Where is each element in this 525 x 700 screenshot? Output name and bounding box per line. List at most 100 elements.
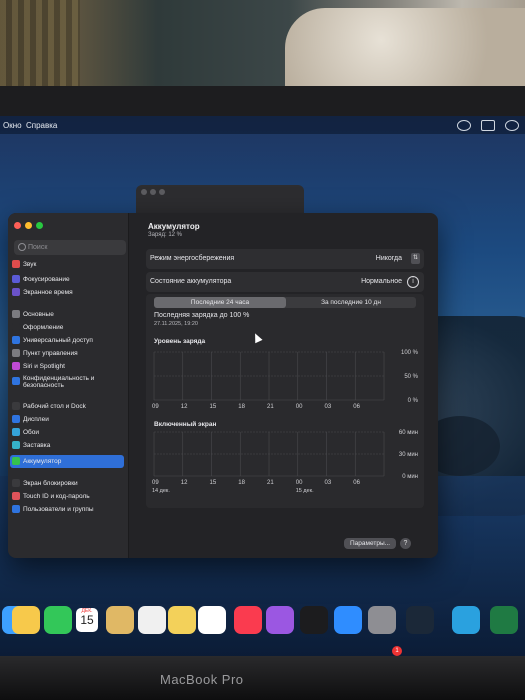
battery-health-value: Нормальное xyxy=(361,278,402,285)
menu-window[interactable]: Окно xyxy=(3,121,22,130)
battery-health-label: Состояние аккумулятора xyxy=(150,278,232,285)
y-tick-label: 60 мин xyxy=(399,430,418,436)
x-tick-label: 06 xyxy=(353,480,360,486)
sidebar-item[interactable]: Фокусирование xyxy=(10,273,124,286)
info-icon[interactable]: i xyxy=(407,276,419,288)
sidebar-item-icon xyxy=(12,323,20,331)
sidebar-item-icon xyxy=(12,402,20,410)
sidebar-item-label: Оформление xyxy=(23,324,64,331)
x-tick-label: 00 xyxy=(296,404,303,410)
power-mode-label: Режим энергосбережения xyxy=(150,255,235,262)
background-room xyxy=(0,0,525,90)
search-input[interactable]: Поиск xyxy=(14,240,126,255)
x-tick-label: 09 xyxy=(152,480,159,486)
sidebar-item-icon xyxy=(12,349,20,357)
system-settings-icon[interactable] xyxy=(368,606,396,634)
screen-on-chart: 60 мин 30 мин 0 мин 09 12 15 18 21 00 03 06 14 дек.… xyxy=(152,430,418,494)
zoom-button[interactable] xyxy=(36,222,43,229)
sidebar-item-label: Фокусирование xyxy=(23,276,70,283)
sidebar-item[interactable]: Siri и Spotlight xyxy=(10,360,124,373)
sidebar-item-label: Экран блокировки xyxy=(23,480,78,487)
sidebar-item-icon xyxy=(12,362,20,370)
battery-icon[interactable] xyxy=(481,120,495,131)
window-controls xyxy=(14,222,43,229)
sidebar-item[interactable]: Дисплеи xyxy=(10,413,124,426)
x-tick-label: 12 xyxy=(181,480,188,486)
sidebar-item[interactable]: Пункт управления xyxy=(10,347,124,360)
steam-icon[interactable] xyxy=(406,606,434,634)
sidebar-item[interactable]: Обои xyxy=(10,426,124,439)
sidebar-item[interactable]: Пользователи и группы xyxy=(10,503,124,516)
usage-panel: Последние 24 часа За последние 10 дн Пос… xyxy=(146,294,424,508)
calendar-dock-icon[interactable]: ДЕК. 15 xyxy=(76,608,98,632)
blanket xyxy=(285,8,525,88)
facetime-icon[interactable] xyxy=(44,606,72,634)
y-tick-label: 0 % xyxy=(408,398,419,404)
sidebar-item-label: Обои xyxy=(23,429,40,436)
excel-icon[interactable] xyxy=(490,606,518,634)
popup-stepper-icon[interactable]: ⇅ xyxy=(411,253,420,264)
power-mode-value[interactable]: Никогда xyxy=(376,255,402,262)
music-icon[interactable] xyxy=(234,606,262,634)
date-label: 15 дек. xyxy=(296,488,314,494)
screen-bezel xyxy=(0,86,525,120)
search-icon xyxy=(18,243,26,251)
charge-subtitle: Заряд: 12 % xyxy=(148,232,182,238)
battery-health-row: Состояние аккумулятора Нормальное i xyxy=(146,272,424,292)
podcasts-icon[interactable] xyxy=(266,606,294,634)
x-tick-label: 03 xyxy=(325,480,332,486)
app-store-icon[interactable] xyxy=(334,606,362,634)
freeform-icon[interactable] xyxy=(198,606,226,634)
user-icon[interactable] xyxy=(457,120,471,131)
stickies-icon[interactable] xyxy=(168,606,196,634)
wifi-icon[interactable] xyxy=(505,120,519,131)
close-button[interactable] xyxy=(14,222,21,229)
settings-button[interactable]: Параметры... xyxy=(344,538,397,549)
laptop-brand: MacBook Pro xyxy=(160,672,244,687)
x-tick-label: 21 xyxy=(267,480,274,486)
sidebar-item-label: Siri и Spotlight xyxy=(23,363,65,370)
x-tick-label: 15 xyxy=(210,480,217,486)
x-tick-label: 15 xyxy=(210,404,217,410)
sidebar-item[interactable]: Звук xyxy=(10,258,124,271)
sidebar-item[interactable]: Экран блокировки xyxy=(10,477,124,490)
menu-help[interactable]: Справка xyxy=(26,121,57,130)
x-tick-label: 12 xyxy=(181,404,188,410)
y-tick-label: 100 % xyxy=(401,350,419,356)
minimize-dot-icon xyxy=(150,189,156,195)
tv-icon[interactable] xyxy=(300,606,328,634)
sidebar-item-icon xyxy=(12,260,20,268)
reminders-icon[interactable] xyxy=(138,606,166,634)
minimize-button[interactable] xyxy=(25,222,32,229)
sidebar-item-icon xyxy=(12,275,20,283)
notes-icon[interactable] xyxy=(106,606,134,634)
sidebar-item[interactable]: Touch ID и код-пароль xyxy=(10,490,124,503)
search-placeholder: Поиск xyxy=(28,244,48,251)
x-tick-label: 18 xyxy=(238,480,245,486)
sidebar-item-label: Заставка xyxy=(23,442,51,449)
sidebar-item[interactable]: Основные xyxy=(10,308,124,321)
photos-icon[interactable] xyxy=(12,606,40,634)
sidebar-item-label: Touch ID и код-пароль xyxy=(23,493,90,500)
sidebar-item[interactable]: Аккумулятор xyxy=(10,455,124,468)
sidebar-item[interactable]: Экранное время xyxy=(10,286,124,299)
sidebar-item-label: Конфиденциальность и безопасность xyxy=(23,375,95,389)
sidebar-item[interactable]: Универсальный доступ xyxy=(10,334,124,347)
close-dot-icon xyxy=(141,189,147,195)
sidebar-item[interactable]: Рабочий стол и Dock xyxy=(10,400,124,413)
status-icons xyxy=(457,120,519,131)
sidebar-item[interactable]: Оформление xyxy=(10,321,124,334)
telegram-icon[interactable] xyxy=(452,606,480,634)
x-tick-label: 03 xyxy=(325,404,332,410)
x-tick-label: 00 xyxy=(296,480,303,486)
settings-window: Поиск Звук Фокусирование Экранное время Осн… xyxy=(8,213,438,558)
x-tick-label: 09 xyxy=(152,404,159,410)
sidebar-item-icon xyxy=(12,441,20,449)
sidebar-item-label: Рабочий стол и Dock xyxy=(23,403,86,410)
sidebar-item[interactable]: Заставка xyxy=(10,439,124,452)
x-tick-label: 06 xyxy=(353,404,360,410)
help-button[interactable]: ? xyxy=(400,538,411,549)
power-mode-row[interactable]: Режим энергосбережения Никогда ⇅ xyxy=(146,249,424,269)
y-tick-label: 0 мин xyxy=(402,474,418,480)
sidebar-item[interactable]: Конфиденциальность и безопасность xyxy=(10,375,124,389)
